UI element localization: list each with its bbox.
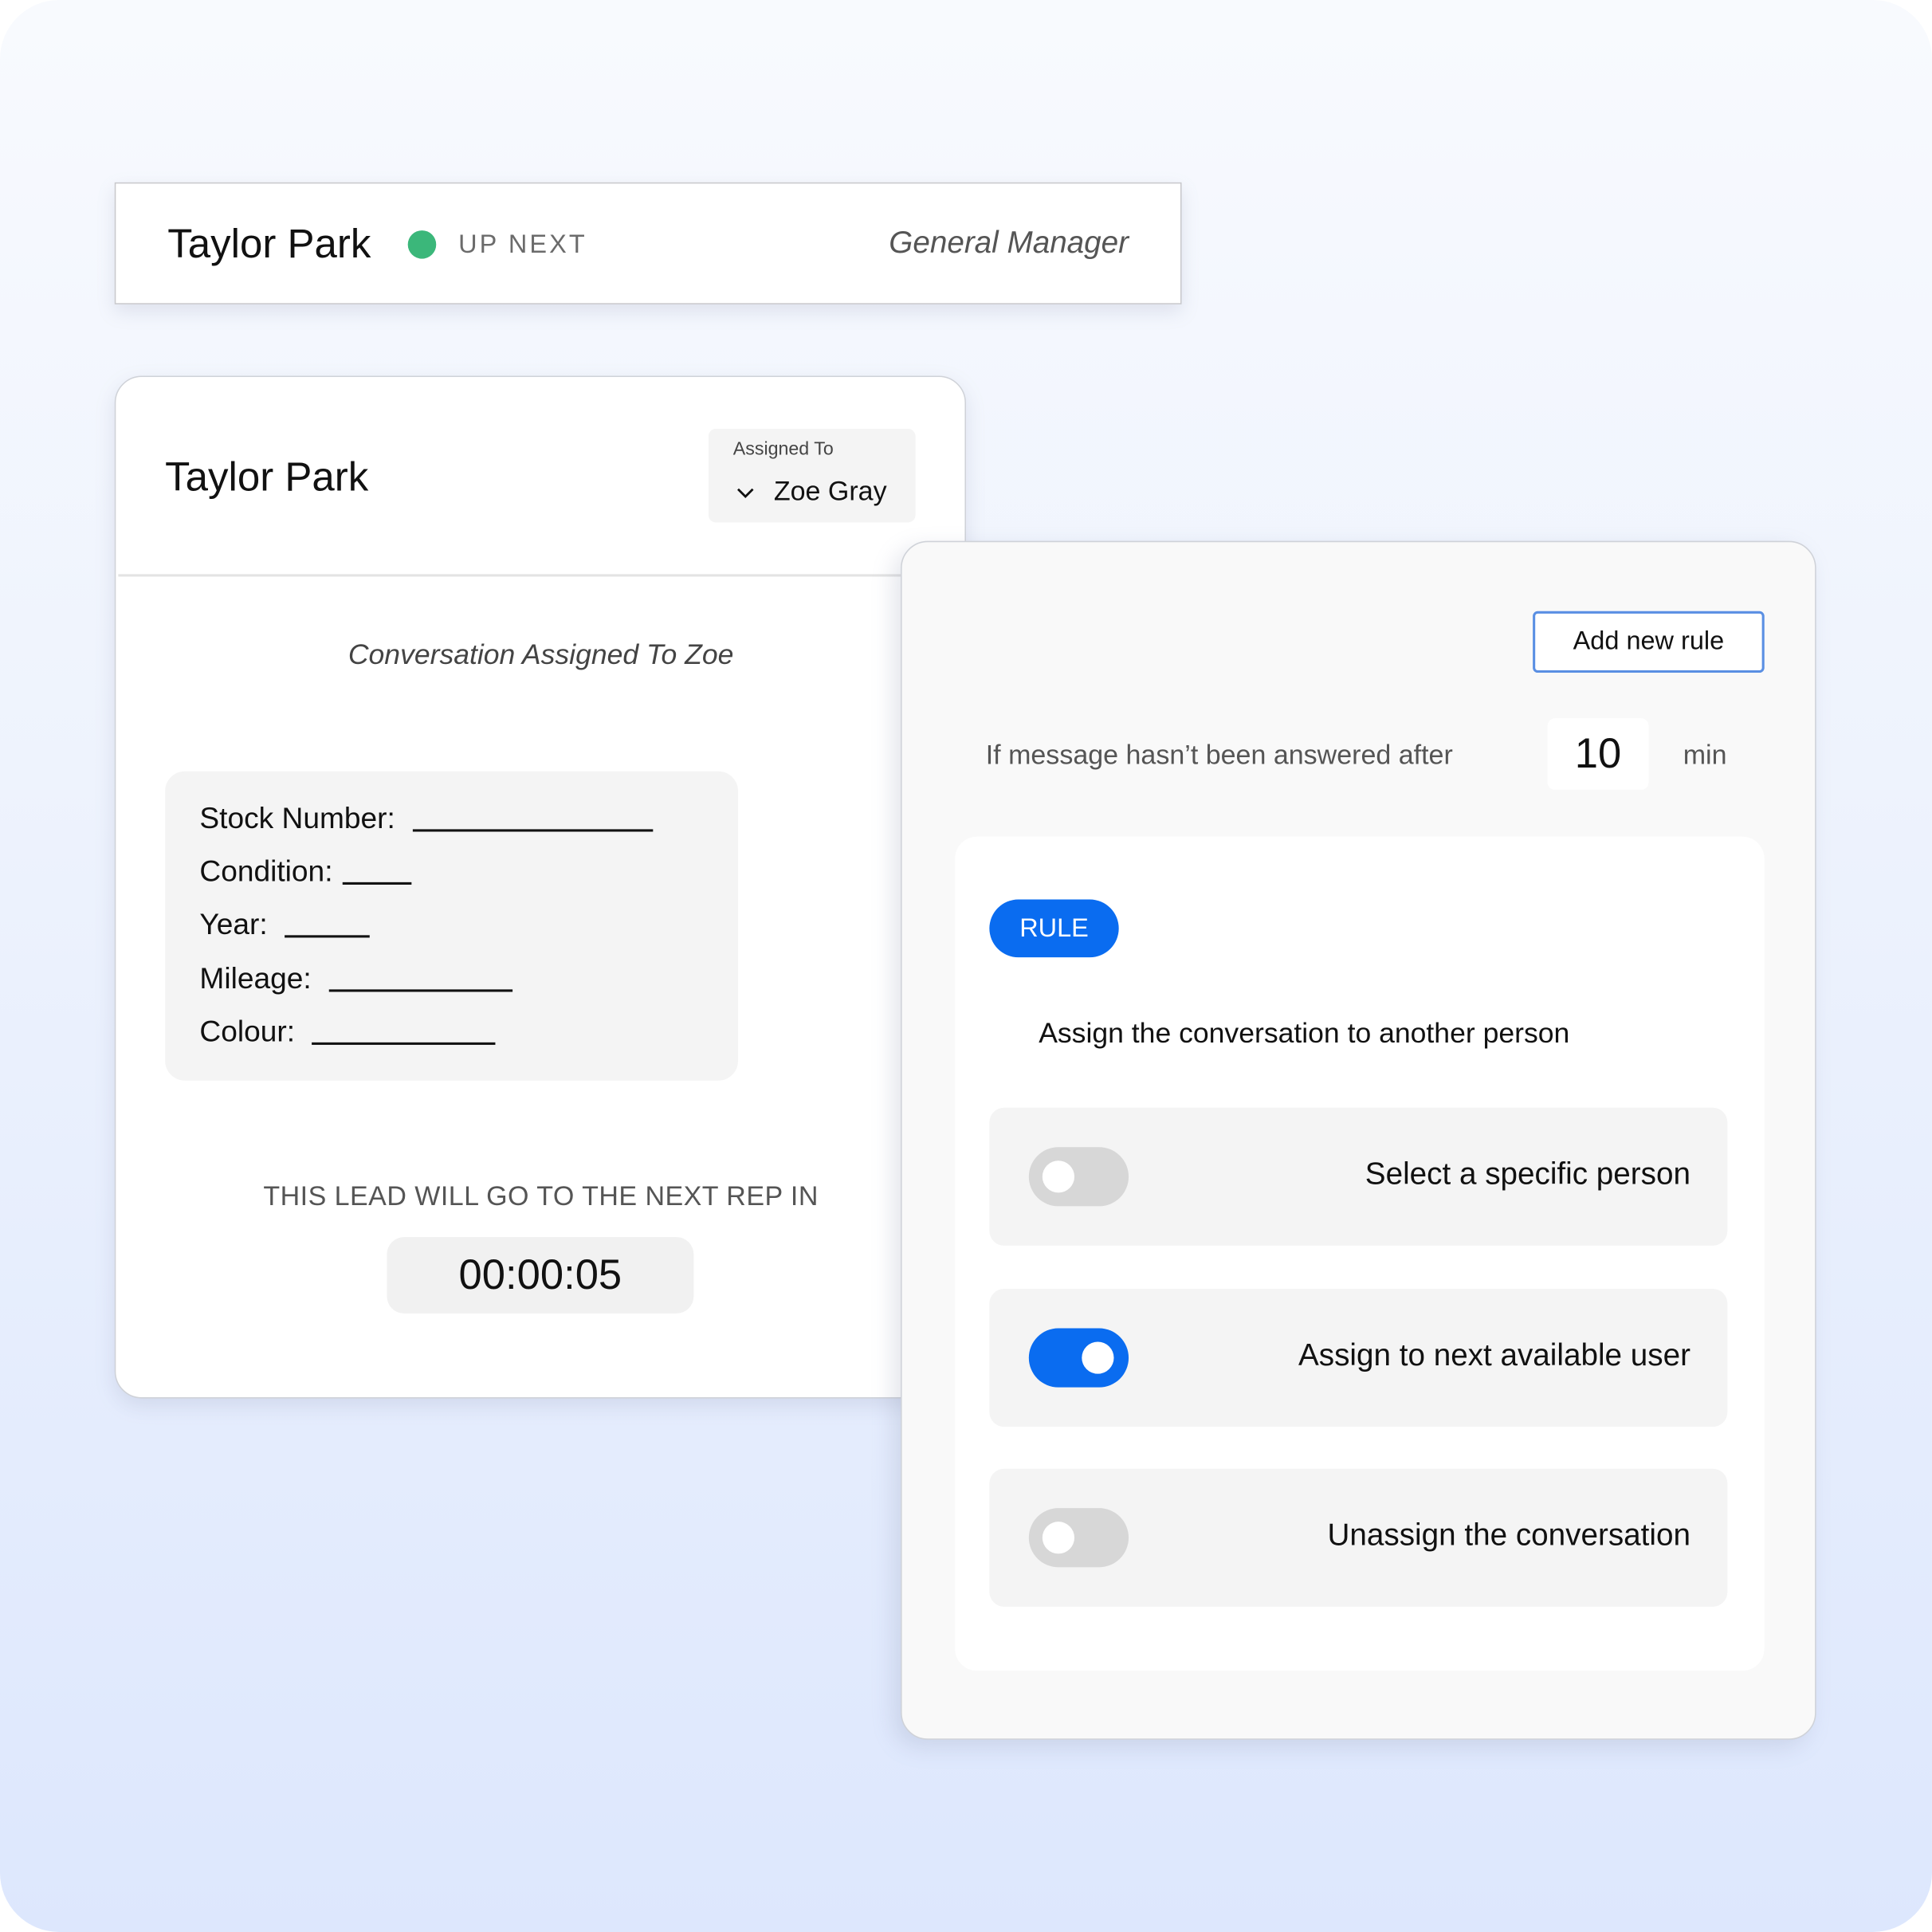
lead-name: Taylor Park (165, 453, 369, 500)
stage: Taylor Park UP NEXT General Manager Tayl… (0, 0, 1932, 1932)
detail-blank-line (342, 882, 412, 885)
minutes-unit: min (1683, 739, 1727, 771)
toggle-knob (1042, 1522, 1075, 1554)
assigned-to-value: Zoe Gray (773, 475, 887, 507)
add-new-rule-button[interactable]: Add new rule (1533, 611, 1765, 673)
assigned-to-dropdown[interactable]: Assigned To Zoe Gray (708, 428, 916, 523)
option-assign-next-available[interactable]: Assign to next available user (989, 1289, 1728, 1427)
up-next-card: Taylor Park UP NEXT General Manager (114, 182, 1182, 304)
header-divider (118, 574, 965, 577)
detail-label: Colour: (199, 1015, 296, 1049)
option-label: Unassign the conversation (1327, 1518, 1690, 1553)
chevron-down-icon (737, 488, 754, 498)
assigned-to-label: Assigned To (732, 438, 834, 460)
detail-blank-line (312, 1042, 497, 1045)
option-label: Assign to next available user (1298, 1337, 1690, 1373)
option-select-specific-person[interactable]: Select a specific person (989, 1107, 1728, 1246)
rule-description: Assign the conversation to another perso… (1039, 1016, 1570, 1049)
option-unassign-conversation[interactable]: Unassign the conversation (989, 1468, 1728, 1607)
detail-row-condition: Condition: (199, 853, 412, 889)
option-label: Select a specific person (1365, 1156, 1690, 1192)
detail-label: Mileage: (199, 962, 312, 996)
countdown-label: THIS LEAD WILL GO TO THE NEXT REP IN (263, 1180, 819, 1211)
toggle-knob (1082, 1341, 1114, 1374)
minutes-input[interactable] (1547, 718, 1649, 790)
detail-row-stock-number: Stock Number: (199, 799, 653, 836)
rules-panel: Add new rule If message hasn’t been answ… (901, 540, 1816, 1740)
toggle-knob (1042, 1160, 1075, 1193)
rep-role: General Manager (889, 225, 1129, 261)
detail-blank-line (285, 935, 371, 938)
detail-label: Year: (199, 908, 268, 942)
countdown-timer: 00:00:05 (387, 1237, 694, 1314)
toggle-switch[interactable] (1028, 1147, 1129, 1207)
rule-card: RULE Assign the conversation to another … (955, 836, 1765, 1671)
assignment-note: Conversation Assigned To Zoe (348, 638, 734, 670)
vehicle-details: Stock Number: Condition: Year: Mileage: … (165, 771, 738, 1081)
rep-name: Taylor Park (167, 220, 371, 266)
status-label: UP NEXT (458, 230, 587, 259)
lead-card: Taylor Park Assigned To Zoe Gray Convers… (114, 375, 966, 1399)
detail-blank-line (328, 989, 512, 992)
detail-label: Condition: (199, 854, 333, 889)
detail-row-year: Year: (199, 905, 371, 942)
toggle-switch[interactable] (1028, 1328, 1129, 1388)
rule-badge: RULE (989, 899, 1119, 958)
detail-row-mileage: Mileage: (199, 960, 512, 996)
detail-row-colour: Colour: (199, 1013, 497, 1050)
toggle-switch[interactable] (1028, 1508, 1129, 1568)
condition-text: If message hasn’t been answered after (985, 739, 1453, 771)
detail-label: Stock Number: (199, 802, 395, 836)
green-status-dot-icon (407, 230, 437, 259)
detail-blank-line (412, 829, 653, 832)
